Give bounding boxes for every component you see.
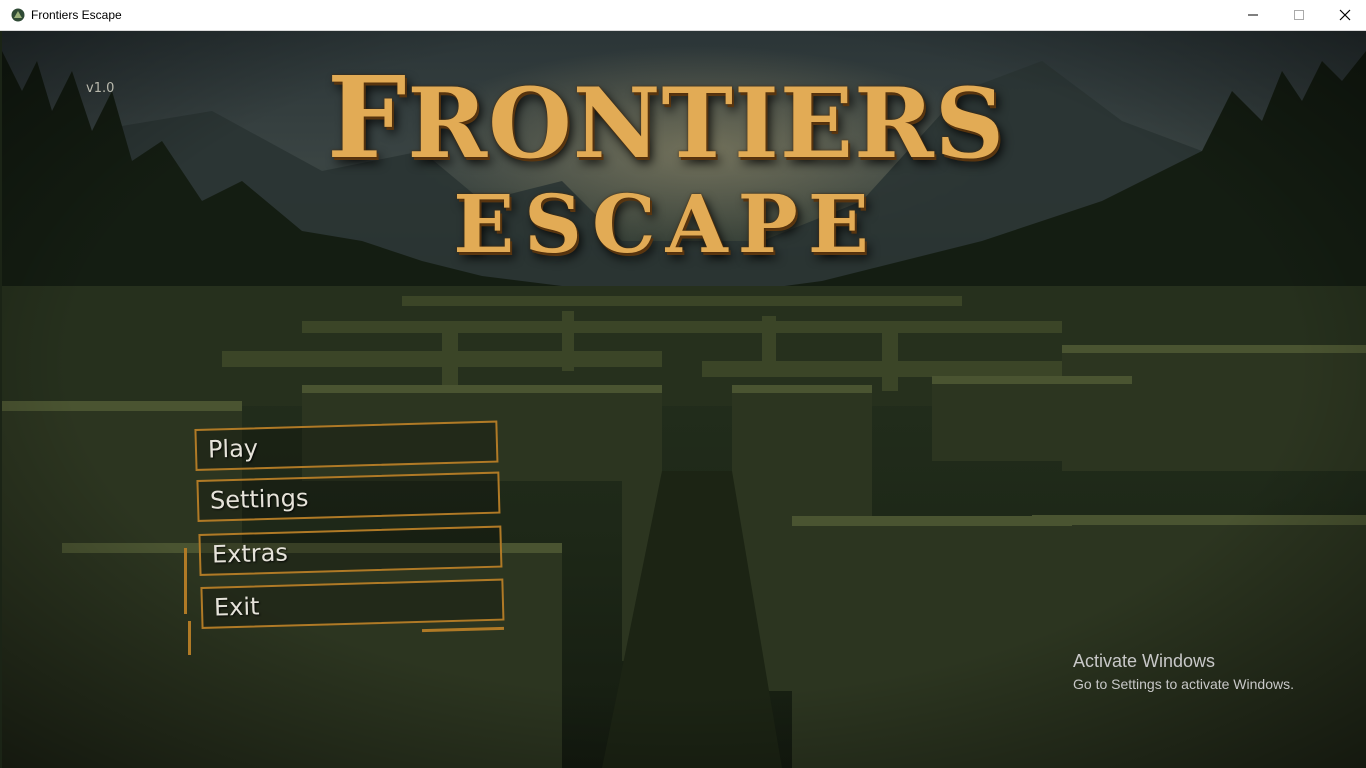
window-title: Frontiers Escape [31,8,122,22]
activate-windows-watermark: Activate Windows Go to Settings to activ… [1073,651,1294,692]
minimize-button[interactable] [1230,0,1276,30]
window-title-bar: Frontiers Escape [0,0,1366,31]
game-title-rest: RONTIERS [407,67,1006,180]
settings-button[interactable]: Settings [196,471,501,522]
maximize-button[interactable] [1276,0,1322,30]
close-icon [1339,9,1351,21]
extras-button[interactable]: Extras [198,525,503,576]
maximize-icon [1294,10,1304,20]
app-icon [11,8,25,22]
game-scene: v1.0 FRONTIERS ESCAPE Play Settings Extr… [2,31,1366,768]
game-title-initial: F [326,53,408,184]
game-title-line2: ESCAPE [453,177,879,271]
close-button[interactable] [1322,0,1366,30]
activate-windows-subtitle: Go to Settings to activate Windows. [1073,676,1294,692]
game-title-line1: FRONTIERS [2,53,1348,184]
menu-accent-line [184,548,187,614]
minimize-icon [1248,14,1258,16]
menu-accent-line [188,621,191,655]
exit-button[interactable]: Exit [200,578,505,629]
play-button[interactable]: Play [194,420,499,471]
activate-windows-title: Activate Windows [1073,651,1216,671]
